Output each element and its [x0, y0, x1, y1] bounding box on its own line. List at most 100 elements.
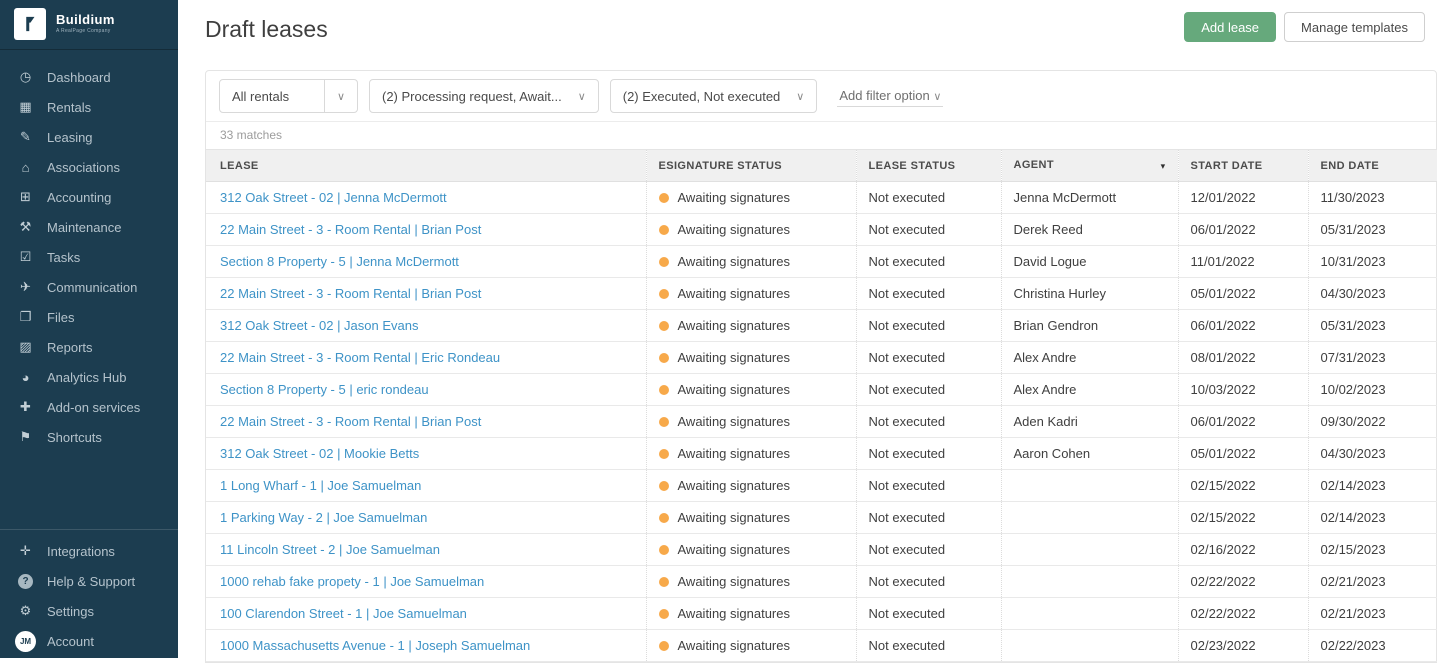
- sidebar-item[interactable]: ⊞ Accounting: [0, 182, 178, 212]
- lease-link[interactable]: 1000 rehab fake propety - 1 | Joe Samuel…: [220, 574, 484, 589]
- sidebar-item[interactable]: ⚒ Maintenance: [0, 212, 178, 242]
- end-date-cell: 02/21/2023: [1308, 598, 1437, 630]
- esignature-status-text: Awaiting signatures: [678, 286, 791, 301]
- sidebar-item[interactable]: ❐ Files: [0, 302, 178, 332]
- sidebar-item[interactable]: ◕ Analytics Hub: [0, 362, 178, 392]
- column-header-lease[interactable]: LEASE: [206, 150, 646, 182]
- add-lease-button[interactable]: Add lease: [1184, 12, 1276, 42]
- lease-cell: Section 8 Property - 5 | eric rondeau: [206, 374, 646, 406]
- lease-status-cell: Not executed: [856, 566, 1001, 598]
- lease-link[interactable]: 1 Long Wharf - 1 | Joe Samuelman: [220, 478, 421, 493]
- table-row: 312 Oak Street - 02 | Jenna McDermott Aw…: [206, 182, 1437, 214]
- lease-cell: 22 Main Street - 3 - Room Rental | Brian…: [206, 214, 646, 246]
- sidebar-item-icon: ✚: [17, 399, 34, 416]
- table-row: Section 8 Property - 5 | Jenna McDermott…: [206, 246, 1437, 278]
- esignature-status-text: Awaiting signatures: [678, 446, 791, 461]
- agent-cell: Jenna McDermott: [1001, 182, 1178, 214]
- esignature-status-text: Awaiting signatures: [678, 478, 791, 493]
- sidebar-item-icon: ▨: [17, 339, 34, 356]
- table-row: Section 8 Property - 5 | eric rondeau Aw…: [206, 374, 1437, 406]
- lease-status-filter-select[interactable]: (2) Executed, Not executed ∨: [610, 79, 818, 113]
- esignature-status-cell: Awaiting signatures: [646, 374, 856, 406]
- lease-link[interactable]: 22 Main Street - 3 - Room Rental | Eric …: [220, 350, 500, 365]
- sidebar-item-account[interactable]: JM Account: [0, 626, 178, 656]
- column-header-lease-status[interactable]: LEASE STATUS: [856, 150, 1001, 182]
- buildium-logo[interactable]: Buildium A RealPage Company: [0, 0, 178, 50]
- esignature-status-text: Awaiting signatures: [678, 222, 791, 237]
- draft-leases-table: LEASE ESIGNATURE STATUS LEASE STATUS AGE…: [206, 149, 1437, 662]
- lease-status-cell: Not executed: [856, 534, 1001, 566]
- lease-status-cell: Not executed: [856, 406, 1001, 438]
- table-row: 11 Lincoln Street - 2 | Joe Samuelman Aw…: [206, 534, 1437, 566]
- esignature-status-text: Awaiting signatures: [678, 350, 791, 365]
- chevron-down-icon: ∨: [933, 91, 941, 103]
- end-date-cell: 07/31/2023: [1308, 342, 1437, 374]
- lease-link[interactable]: 312 Oak Street - 02 | Jenna McDermott: [220, 190, 447, 205]
- sidebar-item[interactable]: ✚ Add-on services: [0, 392, 178, 422]
- agent-cell: Christina Hurley: [1001, 278, 1178, 310]
- sidebar-item[interactable]: ⌂ Associations: [0, 152, 178, 182]
- esignature-status-cell: Awaiting signatures: [646, 310, 856, 342]
- lease-link[interactable]: 312 Oak Street - 02 | Jason Evans: [220, 318, 419, 333]
- table-row: 312 Oak Street - 02 | Mookie Betts Await…: [206, 438, 1437, 470]
- sidebar-item[interactable]: ✎ Leasing: [0, 122, 178, 152]
- add-filter-option-button[interactable]: Add filter option ∨: [837, 86, 943, 107]
- esignature-status-cell: Awaiting signatures: [646, 182, 856, 214]
- lease-link[interactable]: Section 8 Property - 5 | eric rondeau: [220, 382, 429, 397]
- sidebar-item[interactable]: ◷ Dashboard: [0, 62, 178, 92]
- draft-leases-panel: All rentals ∨ (2) Processing request, Aw…: [205, 70, 1437, 663]
- chevron-down-icon: ∨: [324, 80, 357, 112]
- esignature-status-cell: Awaiting signatures: [646, 502, 856, 534]
- lease-status-cell: Not executed: [856, 182, 1001, 214]
- lease-link[interactable]: 22 Main Street - 3 - Room Rental | Brian…: [220, 414, 481, 429]
- sidebar-item[interactable]: ☑ Tasks: [0, 242, 178, 272]
- column-header-start-date[interactable]: START DATE: [1178, 150, 1308, 182]
- sidebar-item-label: Shortcuts: [47, 430, 102, 445]
- end-date-cell: 04/30/2023: [1308, 438, 1437, 470]
- lease-link[interactable]: 22 Main Street - 3 - Room Rental | Brian…: [220, 222, 481, 237]
- lease-link[interactable]: 1000 Massachusetts Avenue - 1 | Joseph S…: [220, 638, 530, 653]
- esignature-status-text: Awaiting signatures: [678, 638, 791, 653]
- manage-templates-button[interactable]: Manage templates: [1284, 12, 1425, 42]
- lease-link[interactable]: 22 Main Street - 3 - Room Rental | Brian…: [220, 286, 481, 301]
- start-date-cell: 02/15/2022: [1178, 470, 1308, 502]
- end-date-cell: 02/22/2023: [1308, 630, 1437, 662]
- agent-cell: [1001, 534, 1178, 566]
- start-date-cell: 02/22/2022: [1178, 598, 1308, 630]
- brand-subtitle: A RealPage Company: [56, 29, 115, 35]
- lease-link[interactable]: 11 Lincoln Street - 2 | Joe Samuelman: [220, 542, 440, 557]
- status-dot-icon: [659, 321, 669, 331]
- agent-cell: Aden Kadri: [1001, 406, 1178, 438]
- table-row: 1 Long Wharf - 1 | Joe Samuelman Awaitin…: [206, 470, 1437, 502]
- start-date-cell: 02/16/2022: [1178, 534, 1308, 566]
- lease-link[interactable]: 1 Parking Way - 2 | Joe Samuelman: [220, 510, 427, 525]
- sidebar-item[interactable]: ▦ Rentals: [0, 92, 178, 122]
- sidebar-footer-item[interactable]: ⚙ Settings: [0, 596, 178, 626]
- agent-cell: Brian Gendron: [1001, 310, 1178, 342]
- lease-link[interactable]: Section 8 Property - 5 | Jenna McDermott: [220, 254, 459, 269]
- sidebar-item[interactable]: ⚑ Shortcuts: [0, 422, 178, 452]
- status-dot-icon: [659, 225, 669, 235]
- sidebar-item-icon: ✈: [17, 279, 34, 296]
- esignature-status-filter-select[interactable]: (2) Processing request, Await... ∨: [369, 79, 599, 113]
- account-avatar: JM: [15, 631, 36, 652]
- sidebar-item-label: Rentals: [47, 100, 91, 115]
- column-header-end-date[interactable]: END DATE: [1308, 150, 1437, 182]
- rentals-filter-select[interactable]: All rentals ∨: [219, 79, 358, 113]
- sidebar-footer-item[interactable]: ? Help & Support: [0, 566, 178, 596]
- lease-link[interactable]: 312 Oak Street - 02 | Mookie Betts: [220, 446, 419, 461]
- column-header-agent[interactable]: AGENT ▾: [1001, 150, 1178, 182]
- start-date-cell: 06/01/2022: [1178, 214, 1308, 246]
- sidebar-item[interactable]: ▨ Reports: [0, 332, 178, 362]
- lease-link[interactable]: 100 Clarendon Street - 1 | Joe Samuelman: [220, 606, 467, 621]
- sidebar-item-icon: ✎: [17, 129, 34, 146]
- sidebar-item[interactable]: ✈ Communication: [0, 272, 178, 302]
- start-date-cell: 11/01/2022: [1178, 246, 1308, 278]
- sidebar-footer-item[interactable]: ✛ Integrations: [0, 536, 178, 566]
- esignature-status-text: Awaiting signatures: [678, 510, 791, 525]
- column-header-esignature-status[interactable]: ESIGNATURE STATUS: [646, 150, 856, 182]
- sidebar-footer: ✛ Integrations ? Help & Support ⚙ Settin…: [0, 529, 178, 656]
- end-date-cell: 04/30/2023: [1308, 278, 1437, 310]
- table-row: 22 Main Street - 3 - Room Rental | Brian…: [206, 406, 1437, 438]
- table-row: 312 Oak Street - 02 | Jason Evans Awaiti…: [206, 310, 1437, 342]
